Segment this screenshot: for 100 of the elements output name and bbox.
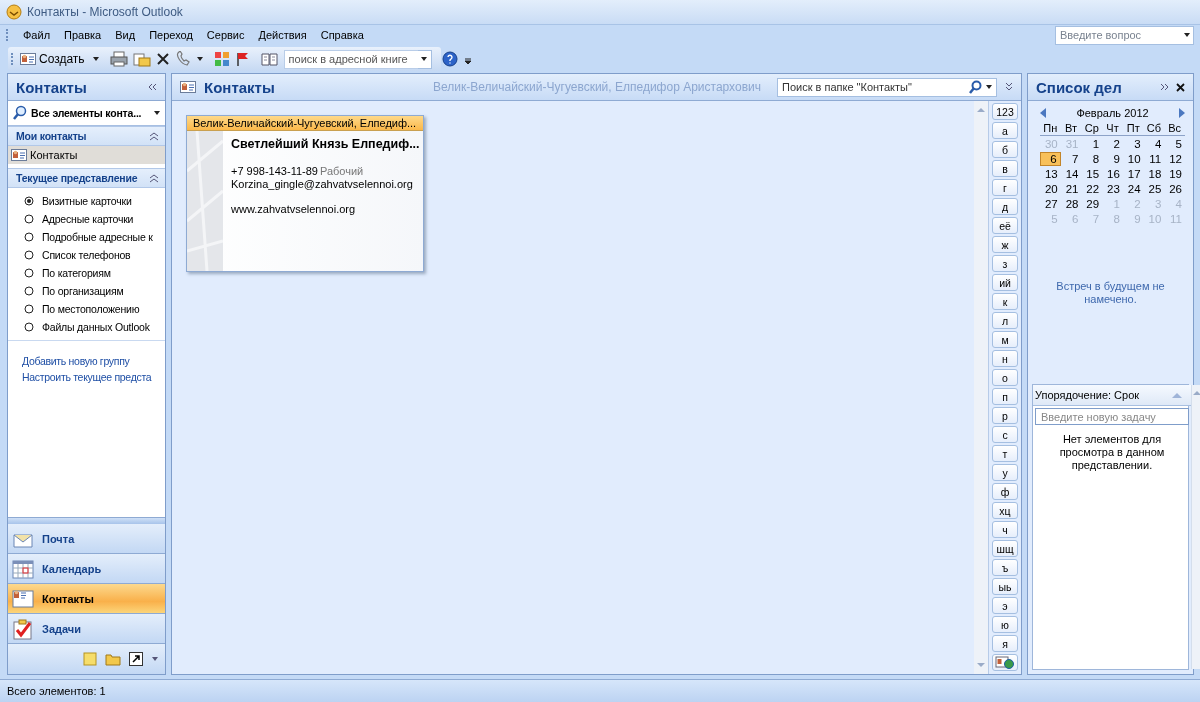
- alphabet-index-button[interactable]: ч: [992, 521, 1018, 538]
- navigation-button[interactable]: Задачи: [8, 614, 165, 644]
- printer-icon[interactable]: [109, 51, 128, 67]
- alphabet-index-button[interactable]: п: [992, 388, 1018, 405]
- shortcut-icon[interactable]: [129, 652, 143, 666]
- calendar-day[interactable]: 3: [1122, 137, 1144, 151]
- alphabet-index-button[interactable]: т: [992, 445, 1018, 462]
- view-option-label[interactable]: Визитные карточки: [42, 195, 132, 207]
- alphabet-index-button[interactable]: м: [992, 331, 1018, 348]
- calendar-day[interactable]: 5: [1164, 137, 1185, 151]
- radio-button[interactable]: [24, 214, 34, 224]
- phone-icon[interactable]: [174, 51, 191, 67]
- view-option-label[interactable]: Адресные карточки: [42, 213, 134, 225]
- alphabet-index-button[interactable]: с: [992, 426, 1018, 443]
- navigation-button[interactable]: Календарь: [8, 554, 165, 584]
- section-header[interactable]: Мои контакты: [8, 126, 165, 146]
- expand-icon[interactable]: [1005, 82, 1013, 92]
- view-option-label[interactable]: Список телефонов: [42, 249, 131, 261]
- calendar-day[interactable]: 10: [1122, 152, 1144, 166]
- calendar-day[interactable]: 18: [1143, 167, 1165, 181]
- alphabet-index-button[interactable]: шщ: [992, 540, 1018, 557]
- radio-button[interactable]: [24, 196, 34, 206]
- calendar-day[interactable]: 16: [1102, 167, 1123, 181]
- alphabet-index-button[interactable]: ий: [992, 274, 1018, 291]
- categories-icon[interactable]: [213, 51, 230, 67]
- alphabet-index-button[interactable]: г: [992, 179, 1018, 196]
- view-option-label[interactable]: Файлы данных Outlook: [42, 321, 150, 333]
- dropdown-arrow-icon[interactable]: [151, 656, 159, 662]
- radio-button[interactable]: [24, 250, 34, 260]
- alphabet-index-button[interactable]: б: [992, 141, 1018, 158]
- calendar-day[interactable]: 25: [1143, 182, 1165, 196]
- calendar-day[interactable]: 22: [1081, 182, 1103, 196]
- navigation-button[interactable]: Контакты: [8, 584, 165, 614]
- menu-item[interactable]: Вид: [108, 27, 143, 43]
- calendar-day[interactable]: 15: [1081, 167, 1103, 181]
- dropdown-arrow-icon[interactable]: [91, 56, 100, 62]
- alphabet-index-button[interactable]: н: [992, 350, 1018, 367]
- alphabet-index-button[interactable]: я: [992, 635, 1018, 652]
- view-option-label[interactable]: По местоположению: [42, 303, 140, 315]
- calendar-day[interactable]: 26: [1164, 182, 1185, 196]
- calendar-day[interactable]: 11: [1143, 152, 1165, 166]
- alphabet-index-button[interactable]: её: [992, 217, 1018, 234]
- alphabet-index-button[interactable]: а: [992, 122, 1018, 139]
- calendar-day[interactable]: 9: [1102, 152, 1123, 166]
- alphabet-index-button[interactable]: в: [992, 160, 1018, 177]
- calendar-day[interactable]: 20: [1040, 182, 1061, 196]
- calendar-day[interactable]: 7: [1060, 152, 1082, 166]
- calendar-day[interactable]: 1: [1081, 137, 1103, 151]
- link[interactable]: Настроить текущее предста: [22, 371, 152, 383]
- calendar-day[interactable]: 4: [1143, 137, 1165, 151]
- alphabet-index-button[interactable]: ф: [992, 483, 1018, 500]
- business-card[interactable]: Велик-Величайский-Чугуевский, Елпедиф... Светлейший Князь Елпедиф... +7 998-143-11-89 Рабочий Korzina_gingle@zahvatvselennoi.org www.zahvatvselennoi.org: [186, 115, 424, 272]
- next-month-arrow-icon[interactable]: [1179, 108, 1185, 118]
- help-icon[interactable]: [441, 51, 458, 67]
- previous-month-arrow-icon[interactable]: [1040, 108, 1046, 118]
- calendar-day[interactable]: 17: [1122, 167, 1144, 181]
- radio-button[interactable]: [24, 304, 34, 314]
- address-book-icon[interactable]: [260, 51, 279, 67]
- menu-item[interactable]: Справка: [313, 27, 371, 43]
- folder-item[interactable]: Контакты: [8, 146, 165, 164]
- alphabet-index-button[interactable]: к: [992, 293, 1018, 310]
- delete-icon[interactable]: [155, 52, 170, 66]
- alphabet-index-button[interactable]: у: [992, 464, 1018, 481]
- calendar-day[interactable]: 6: [1040, 152, 1061, 166]
- alphabet-index-button[interactable]: з: [992, 255, 1018, 272]
- section-header[interactable]: Текущее представление: [8, 168, 165, 188]
- calendar-day[interactable]: 28: [1060, 197, 1082, 211]
- pane-splitter-handle[interactable]: [8, 517, 165, 524]
- close-icon[interactable]: [1176, 82, 1185, 92]
- calendar-day[interactable]: 27: [1040, 197, 1061, 211]
- alphabet-index-button[interactable]: хц: [992, 502, 1018, 519]
- new-task-field[interactable]: Введите новую задачу: [1035, 408, 1189, 425]
- alphabet-index-button[interactable]: д: [992, 198, 1018, 215]
- menu-item[interactable]: Действия: [251, 27, 314, 43]
- radio-button[interactable]: [24, 286, 34, 296]
- alphabet-index-button[interactable]: ю: [992, 616, 1018, 633]
- calendar-day[interactable]: 12: [1164, 152, 1185, 166]
- arrange-by-header[interactable]: Упорядочение: Срок: [1033, 385, 1191, 406]
- calendar-day[interactable]: 14: [1060, 167, 1082, 181]
- index-language-button[interactable]: [992, 654, 1018, 671]
- collapse-icon[interactable]: [147, 83, 157, 91]
- alphabet-index-button[interactable]: 123: [992, 103, 1018, 120]
- flag-icon[interactable]: [234, 51, 251, 67]
- address-book-search-field[interactable]: поиск в адресной книге: [283, 49, 418, 69]
- calendar-day[interactable]: 2: [1102, 137, 1123, 151]
- collapse-up-icon[interactable]: [149, 131, 159, 141]
- alphabet-index-button[interactable]: р: [992, 407, 1018, 424]
- alphabet-index-button[interactable]: ыь: [992, 578, 1018, 595]
- menu-item[interactable]: Сервис: [199, 27, 252, 43]
- alphabet-index-button[interactable]: э: [992, 597, 1018, 614]
- collapse-up-icon[interactable]: [149, 173, 159, 183]
- calendar-day[interactable]: 13: [1040, 167, 1061, 181]
- menu-item[interactable]: Правка: [57, 27, 109, 43]
- calendar-day[interactable]: 8: [1081, 152, 1103, 166]
- view-option-label[interactable]: По организациям: [42, 285, 124, 297]
- alphabet-index-button[interactable]: о: [992, 369, 1018, 386]
- calendar-day[interactable]: 29: [1081, 197, 1103, 211]
- link[interactable]: Добавить новую группу: [22, 355, 130, 367]
- expand-right-icon[interactable]: [1160, 83, 1170, 91]
- menu-item[interactable]: Файл: [16, 27, 58, 43]
